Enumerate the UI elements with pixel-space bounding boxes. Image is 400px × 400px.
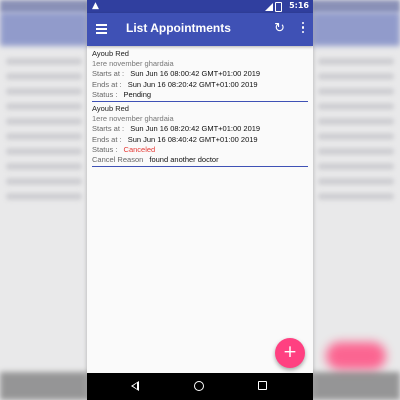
appointment-address: 1ere november ghardaia bbox=[92, 59, 174, 69]
starts-at-label: Starts at : bbox=[92, 124, 125, 134]
status-value: Pending bbox=[123, 89, 152, 99]
nav-home-icon[interactable] bbox=[194, 381, 204, 391]
status-row: Status : Pending bbox=[92, 90, 308, 100]
status-value: Canceled bbox=[123, 144, 156, 154]
blurred-background-left bbox=[0, 0, 88, 400]
starts-at-row: Starts at : Sun Jun 16 08:20:42 GMT+01:0… bbox=[92, 124, 308, 134]
status-row: Status : Canceled bbox=[92, 145, 308, 155]
signal-icon bbox=[265, 3, 273, 11]
ends-at-value: Sun Jun 16 08:20:42 GMT+01:00 2019 bbox=[127, 79, 258, 89]
add-appointment-button[interactable]: + bbox=[275, 338, 305, 368]
ends-at-row: Ends at : Sun Jun 16 08:40:42 GMT+01:00 … bbox=[92, 135, 308, 145]
phone-screen: ▲ 5:16 List Appointments ↻ Ayoub Red 1er… bbox=[87, 0, 313, 400]
appointment-card[interactable]: Ayoub Red 1ere november ghardaia Starts … bbox=[92, 48, 308, 103]
ends-at-label: Ends at : bbox=[92, 79, 122, 89]
ends-at-label: Ends at : bbox=[92, 134, 122, 144]
page-title: List Appointments bbox=[126, 21, 231, 35]
warning-icon: ▲ bbox=[92, 1, 99, 11]
cancel-reason-row: Cancel Reason found another doctor bbox=[92, 155, 308, 165]
more-vert-icon[interactable] bbox=[301, 22, 305, 35]
refresh-icon[interactable]: ↻ bbox=[274, 22, 285, 35]
patient-name: Ayoub Red bbox=[92, 49, 129, 58]
ends-at-row: Ends at : Sun Jun 16 08:20:42 GMT+01:00 … bbox=[92, 80, 308, 90]
menu-icon[interactable] bbox=[96, 24, 107, 34]
status-label: Status : bbox=[92, 89, 118, 99]
status-time: 5:16 bbox=[289, 1, 309, 10]
status-label: Status : bbox=[92, 144, 118, 154]
blurred-background-right bbox=[312, 0, 400, 400]
battery-icon bbox=[275, 2, 282, 12]
nav-recent-icon[interactable] bbox=[258, 381, 267, 390]
starts-at-row: Starts at : Sun Jun 16 08:00:42 GMT+01:0… bbox=[92, 69, 308, 79]
app-bar: List Appointments ↻ bbox=[87, 13, 313, 46]
ends-at-value: Sun Jun 16 08:40:42 GMT+01:00 2019 bbox=[127, 134, 258, 144]
starts-at-value: Sun Jun 16 08:00:42 GMT+01:00 2019 bbox=[130, 69, 261, 79]
appointment-address: 1ere november ghardaia bbox=[92, 114, 174, 124]
cancel-reason-label: Cancel Reason bbox=[92, 155, 144, 165]
nav-back-icon[interactable] bbox=[131, 381, 139, 391]
appointment-card[interactable]: Ayoub Red 1ere november ghardaia Starts … bbox=[92, 103, 308, 168]
status-bar: ▲ 5:16 bbox=[87, 0, 313, 13]
appointment-list: Ayoub Red 1ere november ghardaia Starts … bbox=[92, 48, 308, 168]
patient-name: Ayoub Red bbox=[92, 104, 129, 114]
starts-at-label: Starts at : bbox=[92, 69, 125, 79]
add-icon: + bbox=[282, 342, 298, 362]
cancel-reason-value: found another doctor bbox=[149, 155, 219, 165]
navigation-bar bbox=[87, 373, 313, 400]
starts-at-value: Sun Jun 16 08:20:42 GMT+01:00 2019 bbox=[130, 124, 261, 134]
